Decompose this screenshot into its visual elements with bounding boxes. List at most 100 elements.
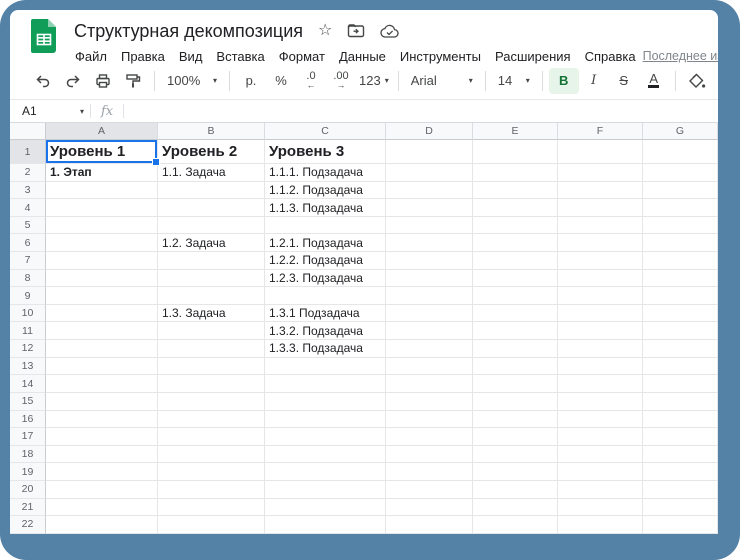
cell-C6[interactable]: 1.2.1. Подзадача	[265, 234, 386, 252]
menu-item-insert[interactable]: Вставка	[209, 47, 271, 66]
cell-C21[interactable]	[265, 499, 386, 517]
cell-C13[interactable]	[265, 358, 386, 376]
cell-B8[interactable]	[158, 270, 265, 288]
cell-A12[interactable]	[46, 340, 158, 358]
menu-item-format[interactable]: Формат	[272, 47, 332, 66]
menu-item-tools[interactable]: Инструменты	[393, 47, 488, 66]
row-header-10[interactable]: 10	[10, 305, 46, 323]
cell-C10[interactable]: 1.3.1 Подзадача	[265, 305, 386, 323]
document-title[interactable]: Структурная декомпозиция	[74, 21, 303, 42]
cell-B3[interactable]	[158, 182, 265, 200]
row-header-1[interactable]: 1	[10, 140, 46, 164]
cell-F3[interactable]	[558, 182, 643, 200]
last-edited-link[interactable]: Последнее изменен	[643, 49, 718, 63]
cell-E12[interactable]	[473, 340, 558, 358]
decrease-decimals-button[interactable]: .0←	[296, 68, 326, 94]
cell-C5[interactable]	[265, 217, 386, 235]
column-header-E[interactable]: E	[473, 123, 558, 140]
column-header-G[interactable]: G	[643, 123, 718, 140]
cell-G4[interactable]	[643, 199, 718, 217]
cell-A11[interactable]	[46, 322, 158, 340]
cell-A20[interactable]	[46, 481, 158, 499]
cell-F7[interactable]	[558, 252, 643, 270]
row-header-6[interactable]: 6	[10, 234, 46, 252]
cell-C15[interactable]	[265, 393, 386, 411]
cell-A3[interactable]	[46, 182, 158, 200]
cell-D21[interactable]	[386, 499, 473, 517]
menu-item-data[interactable]: Данные	[332, 47, 393, 66]
cell-D1[interactable]	[386, 140, 473, 164]
cell-A2[interactable]: 1. Этап	[46, 164, 158, 182]
cell-D14[interactable]	[386, 375, 473, 393]
cell-C2[interactable]: 1.1.1. Подзадача	[265, 164, 386, 182]
cell-B14[interactable]	[158, 375, 265, 393]
cell-C8[interactable]: 1.2.3. Подзадача	[265, 270, 386, 288]
cell-E7[interactable]	[473, 252, 558, 270]
cell-E4[interactable]	[473, 199, 558, 217]
cell-A10[interactable]	[46, 305, 158, 323]
row-header-13[interactable]: 13	[10, 358, 46, 376]
row-header-12[interactable]: 12	[10, 340, 46, 358]
cell-D22[interactable]	[386, 516, 473, 534]
column-header-C[interactable]: C	[265, 123, 386, 140]
cell-D15[interactable]	[386, 393, 473, 411]
cell-G5[interactable]	[643, 217, 718, 235]
cell-A5[interactable]	[46, 217, 158, 235]
cell-C4[interactable]: 1.1.3. Подзадача	[265, 199, 386, 217]
cell-F6[interactable]	[558, 234, 643, 252]
cell-A16[interactable]	[46, 411, 158, 429]
undo-button[interactable]	[28, 68, 58, 94]
cell-G18[interactable]	[643, 446, 718, 464]
menu-item-edit[interactable]: Правка	[114, 47, 172, 66]
cell-F16[interactable]	[558, 411, 643, 429]
cell-C16[interactable]	[265, 411, 386, 429]
cell-E5[interactable]	[473, 217, 558, 235]
cell-E17[interactable]	[473, 428, 558, 446]
strikethrough-button[interactable]: S	[609, 68, 639, 94]
cell-D4[interactable]	[386, 199, 473, 217]
cell-E18[interactable]	[473, 446, 558, 464]
cell-A1[interactable]: Уровень 1	[46, 140, 158, 164]
select-all-corner[interactable]	[10, 123, 46, 140]
menu-item-file[interactable]: Файл	[68, 47, 114, 66]
cell-C18[interactable]	[265, 446, 386, 464]
cell-B4[interactable]	[158, 199, 265, 217]
currency-format-button[interactable]: р.	[236, 68, 266, 94]
cell-B1[interactable]: Уровень 2	[158, 140, 265, 164]
cell-G22[interactable]	[643, 516, 718, 534]
cell-E1[interactable]	[473, 140, 558, 164]
cell-F5[interactable]	[558, 217, 643, 235]
percent-format-button[interactable]: %	[266, 68, 296, 94]
cell-E22[interactable]	[473, 516, 558, 534]
cell-B15[interactable]	[158, 393, 265, 411]
cell-E14[interactable]	[473, 375, 558, 393]
cell-F10[interactable]	[558, 305, 643, 323]
row-header-9[interactable]: 9	[10, 287, 46, 305]
cell-D19[interactable]	[386, 463, 473, 481]
cell-C17[interactable]	[265, 428, 386, 446]
cell-F15[interactable]	[558, 393, 643, 411]
row-header-4[interactable]: 4	[10, 199, 46, 217]
cell-E13[interactable]	[473, 358, 558, 376]
cell-B11[interactable]	[158, 322, 265, 340]
cell-B7[interactable]	[158, 252, 265, 270]
cell-G1[interactable]	[643, 140, 718, 164]
menu-item-view[interactable]: Вид	[172, 47, 210, 66]
cell-G14[interactable]	[643, 375, 718, 393]
cell-G3[interactable]	[643, 182, 718, 200]
row-header-19[interactable]: 19	[10, 463, 46, 481]
cell-C22[interactable]	[265, 516, 386, 534]
cell-D16[interactable]	[386, 411, 473, 429]
cell-B20[interactable]	[158, 481, 265, 499]
cell-F21[interactable]	[558, 499, 643, 517]
font-size-select[interactable]: 14▾	[492, 68, 536, 94]
redo-button[interactable]	[58, 68, 88, 94]
cell-C3[interactable]: 1.1.2. Подзадача	[265, 182, 386, 200]
cell-F11[interactable]	[558, 322, 643, 340]
row-header-21[interactable]: 21	[10, 499, 46, 517]
formula-input[interactable]	[124, 100, 718, 122]
cell-C19[interactable]	[265, 463, 386, 481]
cell-B16[interactable]	[158, 411, 265, 429]
cell-F9[interactable]	[558, 287, 643, 305]
cell-B17[interactable]	[158, 428, 265, 446]
